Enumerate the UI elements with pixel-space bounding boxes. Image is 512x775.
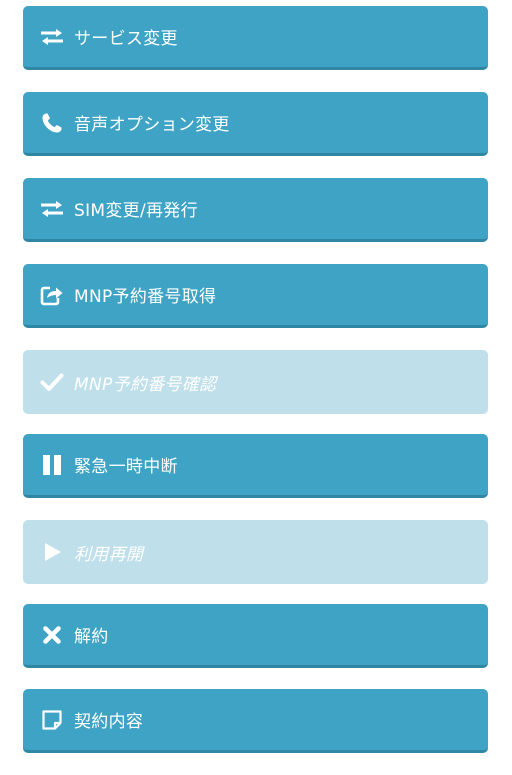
- share-external-icon: [39, 284, 65, 306]
- resume-service-button[interactable]: 利用再開: [23, 520, 488, 584]
- pause-icon: [39, 454, 65, 476]
- mnp-number-confirm-label: MNP予約番号確認: [74, 374, 217, 395]
- play-icon: [39, 541, 65, 563]
- account-action-menu: サービス変更 音声オプション変更 SIM変更/再発行 MNP予約番号取得 MNP…: [0, 0, 512, 775]
- service-change-button[interactable]: サービス変更: [23, 6, 488, 70]
- cancel-contract-label: 解約: [74, 627, 109, 647]
- cancel-contract-button[interactable]: 解約: [23, 604, 488, 668]
- swap-arrows-icon: [39, 26, 65, 48]
- service-change-label: サービス変更: [74, 29, 178, 49]
- mnp-number-acquire-label: MNP予約番号取得: [74, 287, 217, 307]
- document-icon: [39, 709, 65, 731]
- swap-arrows-icon: [39, 198, 65, 220]
- mnp-number-confirm-button[interactable]: MNP予約番号確認: [23, 350, 488, 414]
- phone-icon: [39, 112, 65, 134]
- check-icon: [39, 371, 65, 393]
- contract-details-label: 契約内容: [74, 712, 144, 732]
- voice-option-change-button[interactable]: 音声オプション変更: [23, 92, 488, 156]
- sim-change-reissue-button[interactable]: SIM変更/再発行: [23, 178, 488, 242]
- contract-details-button[interactable]: 契約内容: [23, 689, 488, 753]
- voice-option-change-label: 音声オプション変更: [74, 115, 230, 135]
- emergency-suspend-button[interactable]: 緊急一時中断: [23, 434, 488, 498]
- close-icon: [39, 624, 65, 646]
- emergency-suspend-label: 緊急一時中断: [74, 457, 178, 477]
- resume-service-label: 利用再開: [74, 544, 144, 565]
- mnp-number-acquire-button[interactable]: MNP予約番号取得: [23, 264, 488, 328]
- sim-change-reissue-label: SIM変更/再発行: [74, 201, 198, 221]
